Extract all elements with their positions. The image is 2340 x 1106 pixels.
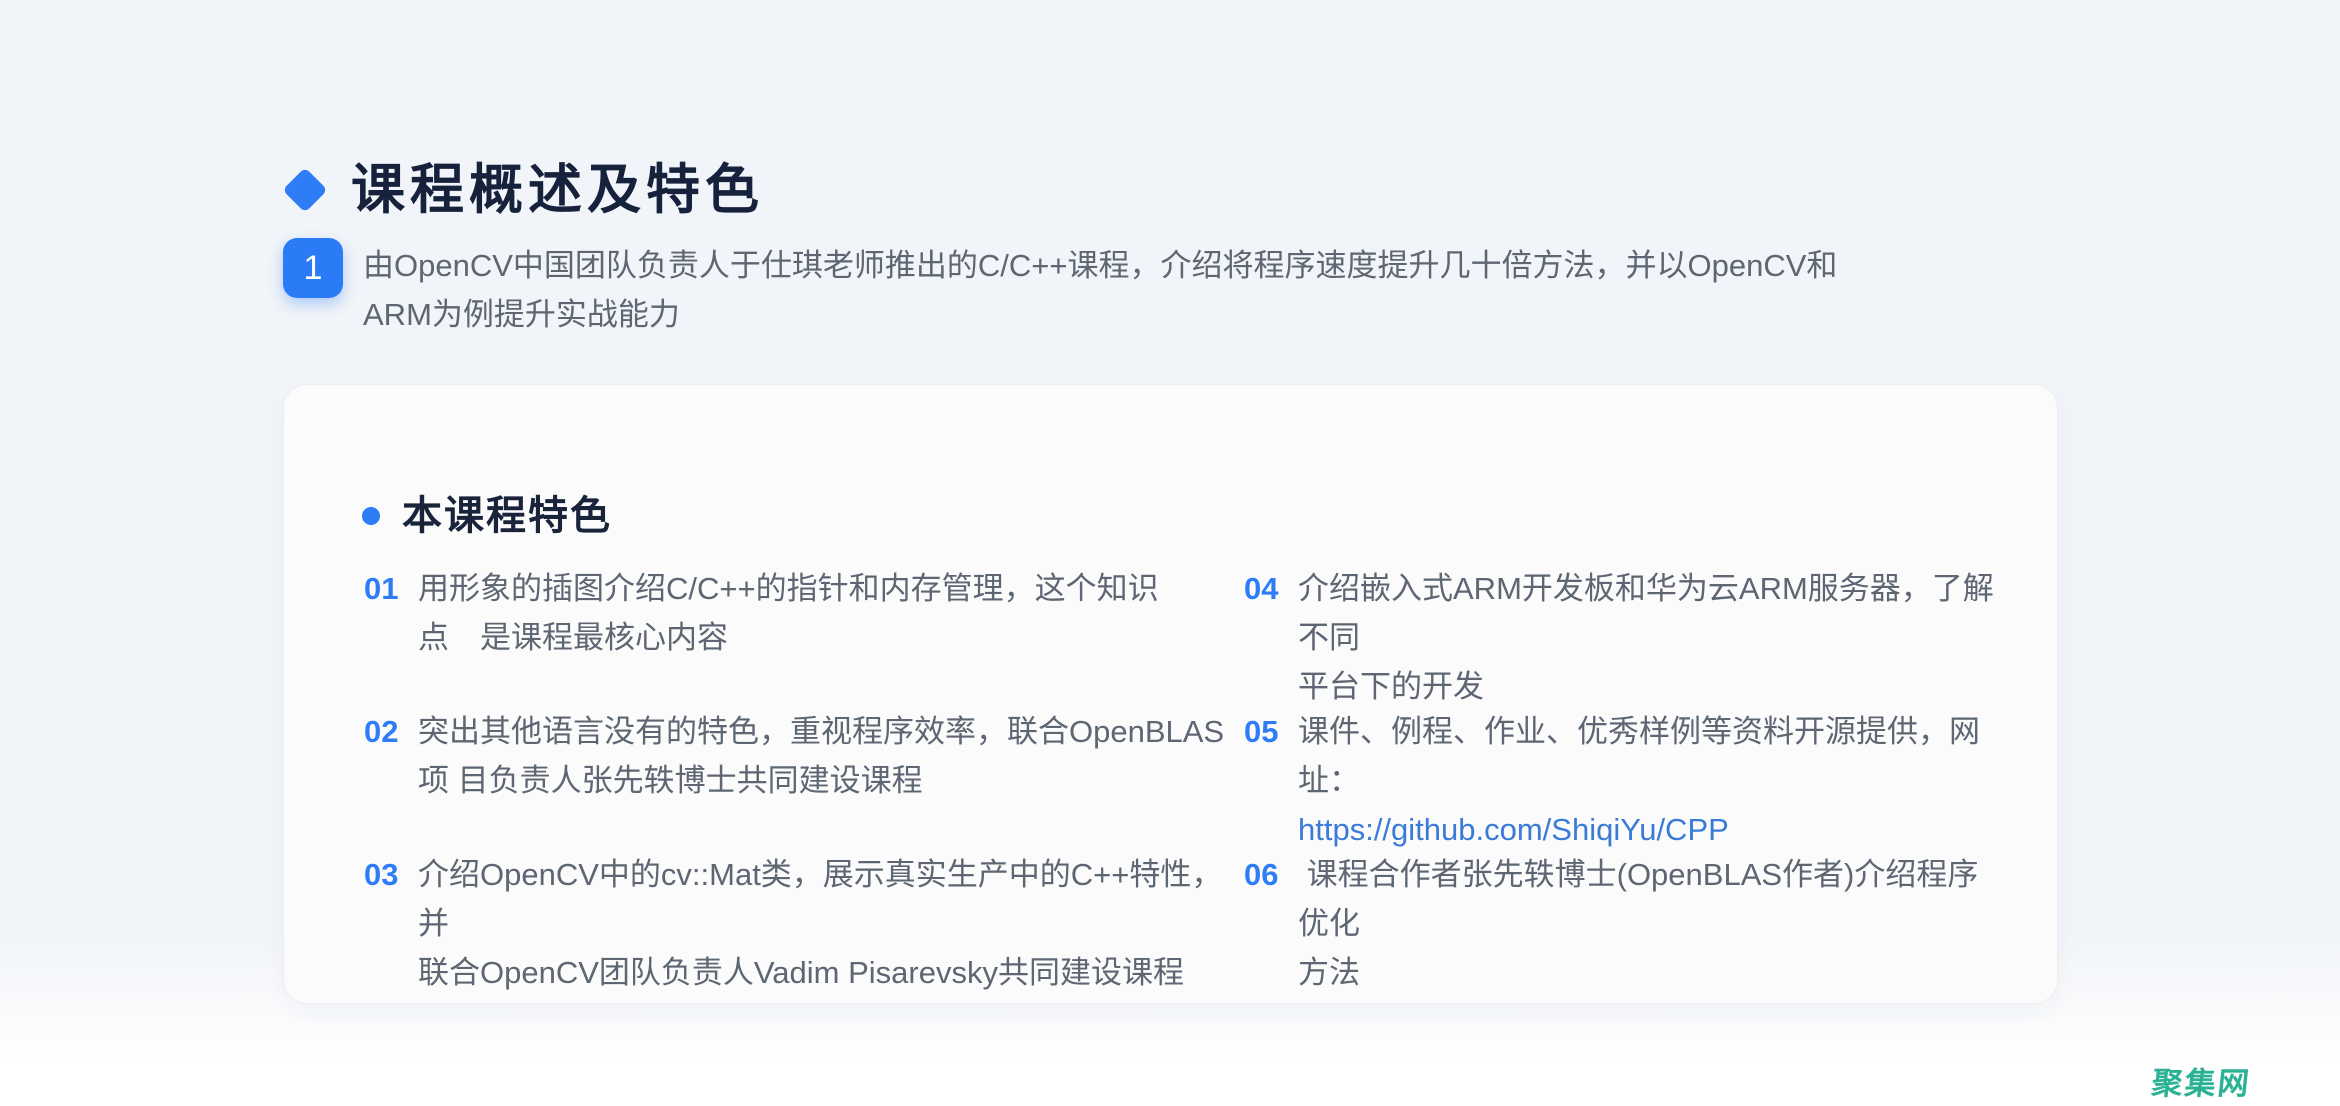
item-number: 04	[1244, 564, 1290, 613]
intro-line: ARM为例提升实战能力	[363, 290, 1837, 339]
item-line: 突出其他语言没有的特色，重视程序效率，联合OpenBLAS	[418, 707, 1224, 756]
item-number: 03	[364, 850, 410, 899]
page-background: 课程概述及特色 1 由OpenCV中国团队负责人于仕琪老师推出的C/C++课程，…	[0, 0, 2340, 1106]
item-number: 02	[364, 707, 410, 756]
item-line: 平台下的开发	[1298, 662, 2004, 711]
item-text: 介绍嵌入式ARM开发板和华为云ARM服务器，了解不同 平台下的开发	[1298, 564, 2004, 711]
item-line: 课程合作者张先轶博士(OpenBLAS作者)介绍程序优化	[1298, 850, 2004, 948]
step-badge: 1	[283, 238, 343, 298]
site-watermark: 聚集网	[2150, 1058, 2254, 1103]
item-line: 介绍OpenCV中的cv::Mat类，展示真实生产中的C++特性，并	[418, 850, 1244, 948]
item-line: 介绍嵌入式ARM开发板和华为云ARM服务器，了解不同	[1298, 564, 2004, 662]
diamond-bullet-icon	[282, 168, 327, 213]
intro-text: 由OpenCV中国团队负责人于仕琪老师推出的C/C++课程，介绍将程序速度提升几…	[363, 238, 1837, 339]
item-number: 05	[1244, 707, 1290, 756]
item-line: 课件、例程、作业、优秀样例等资料开源提供，网址：	[1298, 707, 2004, 805]
feature-item-04: 04 介绍嵌入式ARM开发板和华为云ARM服务器，了解不同 平台下的开发	[1244, 564, 2004, 662]
feature-card: 本课程特色 01 用形象的插图介绍C/C++的指针和内存管理，这个知识 点 是课…	[283, 384, 2058, 1004]
item-text: 课程合作者张先轶博士(OpenBLAS作者)介绍程序优化 方法	[1298, 850, 2004, 997]
feature-item-05: 05 课件、例程、作业、优秀样例等资料开源提供，网址： https://gith…	[1244, 707, 2004, 805]
item-text: 课件、例程、作业、优秀样例等资料开源提供，网址： https://github.…	[1298, 707, 2004, 854]
item-text: 突出其他语言没有的特色，重视程序效率，联合OpenBLAS 项 目负责人张先轶博…	[418, 707, 1224, 805]
page-title: 课程概述及特色	[351, 152, 764, 228]
dot-bullet-icon	[362, 507, 380, 525]
intro-row: 1 由OpenCV中国团队负责人于仕琪老师推出的C/C++课程，介绍将程序速度提…	[283, 238, 1837, 339]
feature-item-06: 06 课程合作者张先轶博士(OpenBLAS作者)介绍程序优化 方法	[1244, 850, 2004, 948]
item-number: 06	[1244, 850, 1290, 899]
item-text: 用形象的插图介绍C/C++的指针和内存管理，这个知识 点 是课程最核心内容	[418, 564, 1159, 662]
item-line: 方法	[1298, 948, 2004, 997]
item-text: 介绍OpenCV中的cv::Mat类，展示真实生产中的C++特性，并 联合Ope…	[418, 850, 1244, 997]
item-line: 项 目负责人张先轶博士共同建设课程	[418, 756, 1224, 805]
item-line: 用形象的插图介绍C/C++的指针和内存管理，这个知识	[418, 564, 1159, 613]
github-link[interactable]: https://github.com/ShiqiYu/CPP	[1298, 805, 2004, 854]
item-line: 联合OpenCV团队负责人Vadim Pisarevsky共同建设课程	[418, 948, 1244, 997]
feature-items-grid: 01 用形象的插图介绍C/C++的指针和内存管理，这个知识 点 是课程最核心内容…	[364, 564, 2004, 948]
feature-item-02: 02 突出其他语言没有的特色，重视程序效率，联合OpenBLAS 项 目负责人张…	[364, 707, 1244, 805]
card-heading: 本课程特色	[402, 492, 612, 540]
item-number: 01	[364, 564, 410, 613]
feature-item-03: 03 介绍OpenCV中的cv::Mat类，展示真实生产中的C++特性，并 联合…	[364, 850, 1244, 948]
card-heading-row: 本课程特色	[362, 459, 612, 573]
intro-line: 由OpenCV中国团队负责人于仕琪老师推出的C/C++课程，介绍将程序速度提升几…	[363, 241, 1837, 290]
feature-item-01: 01 用形象的插图介绍C/C++的指针和内存管理，这个知识 点 是课程最核心内容	[364, 564, 1244, 662]
item-line: 点 是课程最核心内容	[418, 613, 1159, 662]
